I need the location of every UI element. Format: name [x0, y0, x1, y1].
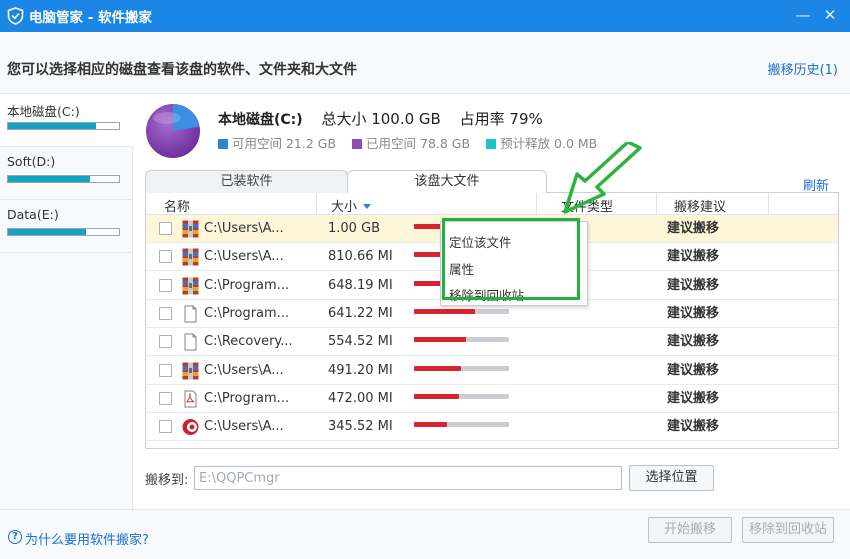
row-file-size: 1.00 GB	[328, 221, 381, 236]
disk-usage-bar	[7, 228, 120, 236]
move-to-label: 搬移到:	[145, 473, 189, 488]
disk-usage-bar	[7, 122, 120, 130]
help-link[interactable]: 为什么要用软件搬家?	[25, 529, 149, 548]
size-bar	[414, 365, 461, 371]
sort-desc-icon	[363, 204, 372, 209]
start-move-button[interactable]: 开始搬移	[648, 517, 732, 543]
used-swatch-icon	[352, 139, 363, 149]
column-advice[interactable]: 搬移建议	[674, 196, 726, 215]
column-name[interactable]: 名称	[164, 196, 190, 215]
archive-icon	[182, 220, 199, 238]
row-checkbox[interactable]	[159, 278, 172, 292]
row-file-name: C:\Users\A...	[204, 419, 284, 435]
row-move-advice: 建议搬移	[667, 277, 720, 293]
tab-large-files[interactable]: 该盘大文件	[347, 170, 547, 194]
row-file-name: C:\Program...	[204, 390, 290, 406]
file-icon	[182, 305, 199, 323]
column-size[interactable]: 大小	[331, 196, 372, 215]
disk-summary-title: 本地磁盘(C:) 总大小 100.0 GB 占用率 79%	[218, 108, 557, 129]
row-checkbox[interactable]	[159, 250, 172, 264]
close-button[interactable]: ✕	[820, 5, 840, 25]
size-bar	[414, 422, 447, 428]
row-file-size: 345.52 MI	[328, 419, 393, 435]
archive-icon	[182, 362, 199, 380]
disk-label: Data(E:)	[7, 207, 59, 222]
help-icon[interactable]: ?	[8, 530, 22, 544]
row-move-advice: 建议搬移	[667, 305, 720, 321]
row-checkbox[interactable]	[159, 222, 172, 235]
disk-usage-rate: 占用率 79%	[459, 110, 543, 128]
table-row[interactable]: C:\Users\A... 491.20 MI 建议搬移	[146, 357, 838, 385]
row-file-name: C:\Users\A...	[204, 362, 284, 378]
title-bar: 电脑管家 - 软件搬家 — ✕	[0, 0, 850, 32]
media-icon	[182, 418, 199, 436]
disk-item-e[interactable]: Data(E:)	[0, 201, 133, 253]
row-file-name: C:\Users\A...	[204, 221, 284, 236]
release-swatch-icon	[486, 139, 497, 149]
app-shield-icon	[7, 7, 24, 25]
row-move-advice: 建议搬移	[667, 249, 720, 265]
table-header: 名称 大小 文件类型 搬移建议	[146, 193, 838, 215]
row-move-advice: 建议搬移	[667, 221, 720, 236]
row-checkbox[interactable]	[159, 363, 172, 377]
row-checkbox[interactable]	[159, 391, 172, 405]
move-history-link[interactable]: 搬移历史(1)	[768, 59, 838, 78]
disk-label: 本地磁盘(C:)	[7, 104, 80, 119]
archive-icon	[182, 277, 199, 295]
free-swatch-icon	[218, 139, 228, 149]
row-move-advice: 建议搬移	[667, 419, 720, 435]
tab-installed-software[interactable]: 已装软件	[145, 170, 348, 193]
header-description: 您可以选择相应的磁盘查看该盘的软件、文件夹和大文件	[7, 62, 357, 78]
legend-used: 已用空间 78.8 GB	[352, 133, 470, 152]
choose-location-button[interactable]: 选择位置	[629, 465, 714, 491]
table-row[interactable]: C:\Program... 472.00 MI 建议搬移	[146, 385, 838, 413]
move-to-recycle-button[interactable]: 移除到回收站	[742, 517, 834, 543]
table-row[interactable]: C:\Recovery... 554.52 MI 建议搬移	[146, 328, 838, 357]
row-file-size: 648.19 MI	[328, 277, 393, 293]
row-checkbox[interactable]	[159, 420, 172, 434]
disk-usage-pie-icon	[146, 104, 200, 158]
disk-label: Soft(D:)	[7, 154, 56, 169]
row-file-name: C:\Program...	[204, 305, 290, 321]
disk-item-d[interactable]: Soft(D:)	[0, 148, 133, 200]
header: 您可以选择相应的磁盘查看该盘的软件、文件夹和大文件 搬移历史(1)	[0, 32, 850, 94]
disk-legend: 可用空间 21.2 GB 已用空间 78.8 GB 预计释放 0.0 MB	[218, 133, 609, 152]
annotation-arrow-icon	[563, 142, 642, 214]
row-move-advice: 建议搬移	[667, 334, 720, 350]
minimize-button[interactable]: —	[793, 5, 813, 25]
disk-list: 本地磁盘(C:) Soft(D:) Data(E:)	[0, 95, 133, 509]
row-file-name: C:\Users\A...	[204, 249, 284, 265]
context-menu-highlight-box	[442, 218, 580, 300]
row-file-size: 554.52 MI	[328, 334, 393, 350]
disk-name: 本地磁盘(C:)	[218, 112, 303, 128]
pdf-icon	[182, 390, 199, 408]
row-file-size: 810.66 MI	[328, 249, 393, 265]
table-row[interactable]: C:\Users\A... 345.52 MI 建议搬移	[146, 413, 838, 442]
row-file-name: C:\Recovery...	[204, 334, 293, 350]
size-bar	[414, 393, 459, 399]
row-move-advice: 建议搬移	[667, 362, 720, 378]
row-file-size: 491.20 MI	[328, 362, 393, 378]
row-move-advice: 建议搬移	[667, 390, 720, 406]
disk-usage-bar	[7, 175, 120, 183]
row-file-size: 641.22 MI	[328, 305, 393, 321]
size-bar	[414, 308, 475, 314]
row-file-name: C:\Program...	[204, 277, 290, 293]
disk-item-c[interactable]: 本地磁盘(C:)	[0, 95, 133, 147]
legend-free: 可用空间 21.2 GB	[218, 133, 336, 152]
size-bar	[414, 337, 466, 343]
move-to-path-input[interactable]	[194, 466, 622, 490]
refresh-link[interactable]: 刷新	[803, 175, 829, 194]
row-checkbox[interactable]	[159, 306, 172, 320]
archive-icon	[182, 248, 199, 266]
window-title: 电脑管家 - 软件搬家	[29, 10, 153, 26]
file-icon	[182, 333, 199, 351]
row-checkbox[interactable]	[159, 335, 172, 349]
row-file-size: 472.00 MI	[328, 390, 393, 406]
disk-total-size: 总大小 100.0 GB	[321, 110, 441, 128]
